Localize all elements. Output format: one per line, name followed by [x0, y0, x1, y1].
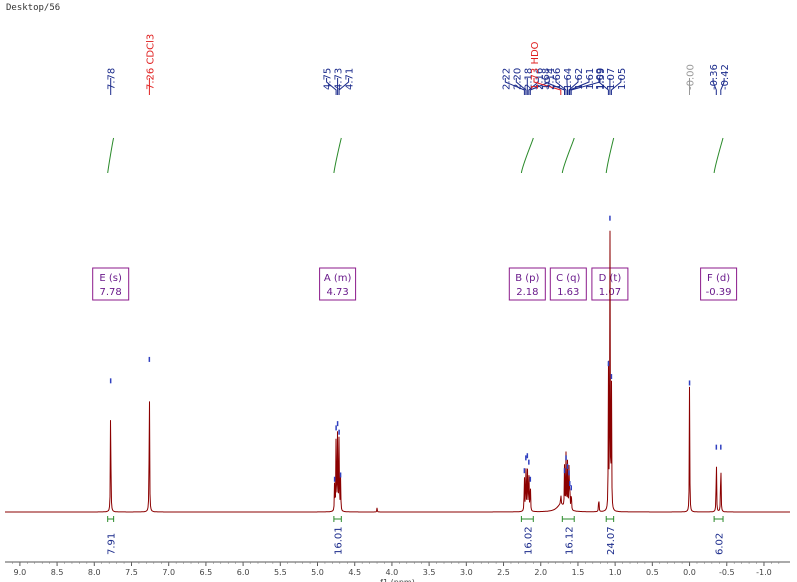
integral-value: 6.02 — [715, 533, 726, 555]
integral-curve — [605, 137, 615, 174]
x-tick-label: 5.5 — [274, 568, 287, 577]
x-tick-label: 8.0 — [88, 568, 101, 577]
x-tick-label: 1.0 — [609, 568, 622, 577]
x-tick-label: 3.0 — [460, 568, 473, 577]
peak-label: 4.71 — [345, 68, 356, 90]
x-tick-label: 4.5 — [348, 568, 361, 577]
integral-curve — [561, 137, 575, 174]
integral-value: 7.91 — [107, 533, 118, 555]
multiplet-name: B (p) — [515, 273, 539, 284]
multiplet-shift: -0.39 — [706, 287, 732, 298]
integral-value: 24.07 — [606, 526, 617, 555]
integral-value: 16.02 — [523, 526, 534, 555]
multiplet-shift: 1.63 — [557, 287, 579, 298]
x-tick-label: 2.5 — [497, 568, 510, 577]
x-tick-label: 7.0 — [162, 568, 175, 577]
x-tick-label: 4.0 — [386, 568, 399, 577]
peak-label: -0.00 — [686, 64, 697, 90]
nmr-spectrum-chart: 7.78 7.26 CDCl3 4.75 4.73 4.71 2.22 2.20 2.18 2.… — [5, 34, 790, 582]
integral-curve — [520, 137, 534, 174]
multiplet-shift: 4.73 — [326, 287, 348, 298]
integral-label-layer: 7.91 16.01 16.02 16.12 24.07 6.02 — [107, 516, 726, 555]
peak-label: 2.22 — [501, 68, 512, 90]
x-tick-label: 1.5 — [572, 568, 585, 577]
x-axis: 9.0 8.5 8.0 7.5 7.0 6.5 6.0 5.5 5.0 4.5 4.0 3.5 3.0 2… — [5, 561, 790, 582]
x-tick-label: -0.5 — [719, 568, 735, 577]
multiplet-layer: E (s)7.78A (m)4.73B (p)2.18C (q)1.63D (t… — [92, 267, 738, 301]
peak-label: 7.78 — [107, 68, 118, 90]
multiplet-name: F (d) — [707, 273, 730, 284]
x-tick-label: 8.5 — [51, 568, 64, 577]
x-tick-label: 2.0 — [534, 568, 547, 577]
x-tick-label: 7.5 — [125, 568, 138, 577]
spectrum-layer — [5, 215, 790, 513]
x-tick-label: 0.5 — [646, 568, 659, 577]
integral-curve-layer — [107, 137, 724, 174]
x-tick-label: 3.5 — [423, 568, 436, 577]
peak-label: 1.05 — [617, 68, 628, 90]
x-axis-label: f1 (ppm) — [380, 578, 415, 582]
integral-value: 16.01 — [334, 526, 345, 555]
peak-label-layer: 7.78 7.26 CDCl3 4.75 4.73 4.71 2.22 2.20 2.18 2.… — [107, 34, 731, 95]
multiplet-name: E (s) — [99, 273, 122, 284]
integral-value: 16.12 — [564, 526, 575, 555]
peak-label: 7.26 CDCl3 — [145, 34, 156, 90]
peak-label: -0.42 — [720, 64, 731, 90]
x-tick-label: 5.0 — [311, 568, 324, 577]
integral-curve — [333, 137, 342, 174]
x-tick-label: 6.0 — [237, 568, 250, 577]
multiplet-name: A (m) — [324, 273, 352, 284]
multiplet-name: C (q) — [556, 273, 580, 284]
peak-leader-line — [566, 78, 568, 95]
peak-label: 1.68 — [541, 68, 552, 90]
x-tick-label: -1.0 — [756, 568, 772, 577]
integral-curve — [107, 137, 115, 174]
x-tick-label: 0.0 — [683, 568, 696, 577]
multiplet-shift: 2.18 — [516, 287, 538, 298]
x-tick-label: 9.0 — [14, 568, 27, 577]
integral-curve — [713, 137, 724, 174]
multiplet-shift: 7.78 — [100, 287, 122, 298]
x-tick-label: 6.5 — [200, 568, 213, 577]
